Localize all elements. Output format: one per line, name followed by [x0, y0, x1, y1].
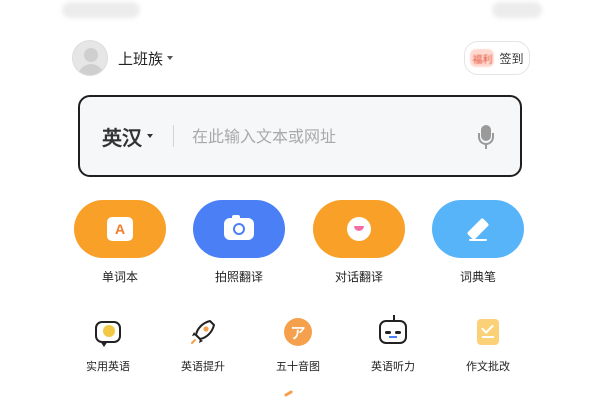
- dictionary-pen-button[interactable]: [432, 200, 524, 258]
- search-box: 英汉: [78, 95, 522, 177]
- tool-english-improvement[interactable]: 英语提升: [163, 316, 243, 374]
- photo-translate-button[interactable]: [193, 200, 285, 258]
- language-label: 英汉: [102, 125, 142, 150]
- tool-essay-correction[interactable]: 作文批改: [448, 316, 528, 374]
- checkin-button[interactable]: 福利 签到: [464, 41, 530, 75]
- camera-icon: [224, 215, 254, 240]
- checkin-label: 签到: [499, 51, 524, 66]
- avatar[interactable]: [72, 40, 108, 76]
- status-bar: [0, 0, 600, 24]
- conversation-translate-button[interactable]: [313, 200, 405, 258]
- search-input[interactable]: [192, 126, 462, 146]
- pen-icon: [464, 215, 492, 243]
- account-switcher[interactable]: 上班族: [118, 48, 174, 69]
- feature-photo-translate: 拍照翻译: [193, 200, 285, 285]
- robot-icon: [377, 315, 409, 348]
- user-header: 上班族: [72, 40, 174, 76]
- practical-english-label: 实用英语: [86, 360, 130, 373]
- language-selector[interactable]: 英汉: [102, 122, 153, 151]
- wordbook-icon: A: [107, 217, 133, 241]
- english-listening-label: 英语听力: [371, 360, 415, 373]
- search-divider: [173, 125, 174, 147]
- status-bar-right-blurred: [492, 2, 542, 18]
- tool-practical-english[interactable]: 实用英语: [68, 316, 148, 374]
- essay-correction-label: 作文批改: [466, 360, 510, 373]
- caret-down-icon: [167, 56, 174, 60]
- essay-check-icon: [472, 316, 504, 348]
- chat-bubble-icon: [92, 316, 124, 348]
- feature-dictionary-pen: 词典笔: [432, 200, 524, 285]
- welfare-badge-icon: 福利: [470, 49, 495, 67]
- tool-english-listening[interactable]: 英语听力: [353, 315, 433, 374]
- caret-down-icon: [147, 134, 153, 138]
- username: 上班族: [118, 49, 164, 68]
- wordbook-button[interactable]: A: [74, 200, 166, 258]
- feature-wordbook: A 单词本: [74, 200, 166, 285]
- kana-icon: ア: [282, 316, 314, 348]
- dictionary-pen-label: 词典笔: [459, 270, 496, 284]
- english-improvement-label: 英语提升: [181, 360, 225, 373]
- status-bar-left-blurred: [62, 2, 140, 18]
- wordbook-label: 单词本: [101, 270, 138, 284]
- feature-conversation-translate: 对话翻译: [313, 200, 405, 285]
- kana-glyph: ア: [284, 318, 312, 346]
- partial-next-row-icon: [280, 392, 296, 400]
- microphone-icon[interactable]: [478, 125, 494, 149]
- conversation-translate-label: 对话翻译: [334, 270, 383, 284]
- photo-translate-label: 拍照翻译: [214, 270, 263, 284]
- smile-icon: [347, 217, 371, 241]
- rocket-icon: [187, 316, 219, 348]
- tool-japanese-kana[interactable]: ア 五十音图: [258, 316, 338, 374]
- japanese-kana-label: 五十音图: [276, 360, 320, 373]
